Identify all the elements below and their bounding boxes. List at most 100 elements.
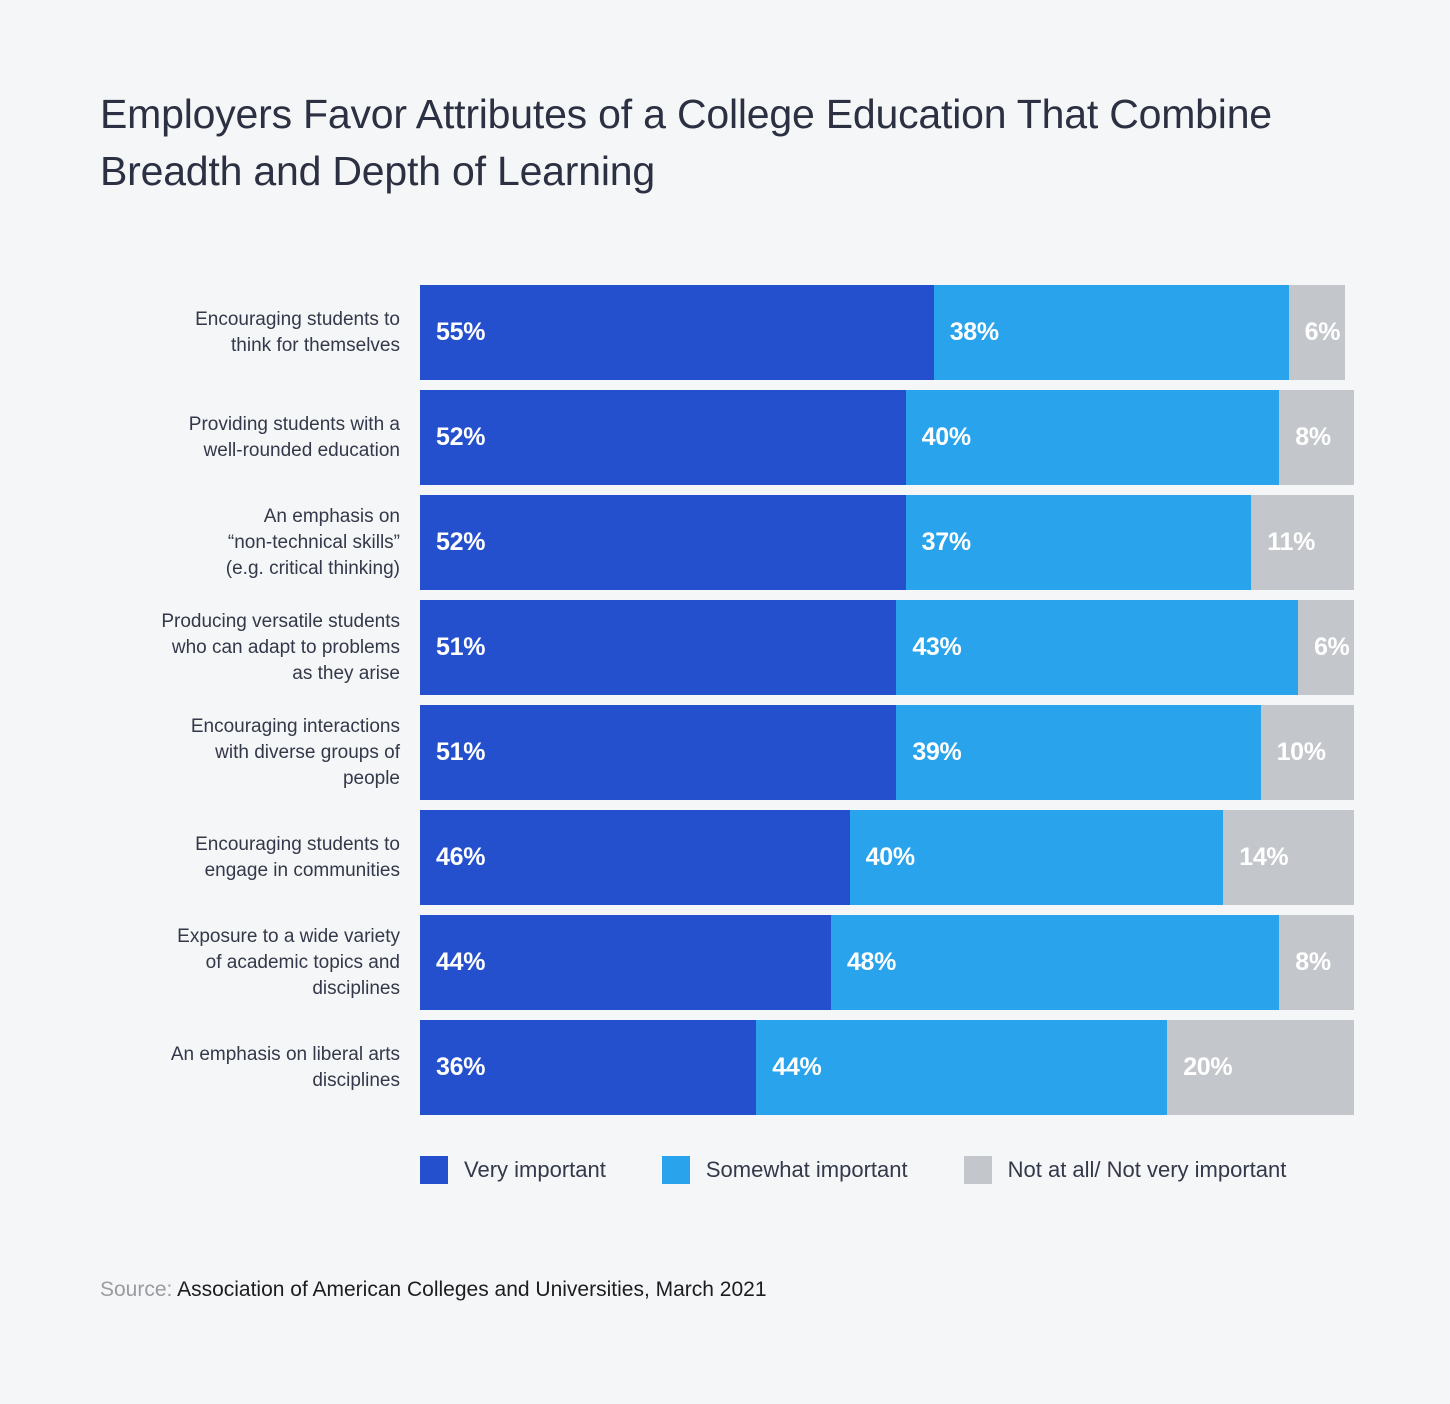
category-label: An emphasis on liberal arts disciplines (100, 1042, 400, 1094)
source-value: Association of American Colleges and Uni… (177, 1278, 767, 1301)
category-label-line: An emphasis on (263, 506, 400, 527)
stacked-bar: 44% 48% 8% (420, 915, 1354, 1010)
bar-segment-value: 20% (1183, 1053, 1233, 1081)
chart-row: Encouraging students to engage in communi… (0, 810, 1450, 905)
bar-segment-1: 38% (933, 285, 1289, 380)
chart-row: Encouraging students to think for themsel… (0, 285, 1450, 380)
category-label: Providing students with a well-rounded ed… (100, 412, 400, 464)
legend-label: Somewhat important (705, 1157, 908, 1182)
category-label-line: who can adapt to problems (171, 637, 400, 658)
bar-segment-1: 40% (905, 390, 1280, 485)
bar-segment-0: 52% (420, 495, 906, 590)
category-label-line: well-rounded education (203, 440, 400, 461)
stacked-bar: 51% 39% 10% (420, 705, 1354, 800)
bar-segment-0: 36% (420, 1020, 757, 1115)
category-label-line: Exposure to a wide variety (177, 926, 400, 947)
category-label-line: people (342, 768, 400, 789)
category-label-line: disciplines (312, 978, 400, 999)
bar-segment-value: 37% (921, 528, 971, 556)
bar-segment-value: 46% (436, 843, 486, 871)
stacked-bar: 52% 37% 11% (420, 495, 1354, 590)
bar-segment-2: 6% (1288, 285, 1345, 380)
category-label-line: with diverse groups of (215, 742, 400, 763)
bar-segment-0: 55% (420, 285, 934, 380)
category-label-line: disciplines (312, 1070, 400, 1091)
category-label-line: as they arise (292, 663, 400, 684)
bar-segment-1: 40% (849, 810, 1224, 905)
category-label: Exposure to a wide variety of academic to… (100, 924, 400, 1002)
chart-row: Encouraging interactions with diverse gro… (0, 705, 1450, 800)
source-label: Source: (100, 1278, 173, 1301)
bar-segment-0: 46% (420, 810, 850, 905)
bar-segment-value: 52% (436, 423, 486, 451)
bar-segment-value: 8% (1295, 948, 1331, 976)
stacked-bar: 51% 43% 6% (420, 600, 1354, 695)
bar-segment-value: 39% (912, 738, 962, 766)
category-label-line: “non-technical skills” (227, 532, 400, 553)
bar-segment-1: 37% (905, 495, 1252, 590)
category-label-line: Encouraging students to (195, 834, 400, 855)
bar-segment-value: 40% (921, 423, 971, 451)
category-label-line: Producing versatile students (161, 611, 400, 632)
stacked-bar: 46% 40% 14% (420, 810, 1354, 905)
chart-row: Providing students with a well-rounded ed… (0, 390, 1450, 485)
bar-segment-value: 6% (1313, 633, 1350, 661)
legend-item[interactable]: Not at all/ Not very important (963, 1156, 1287, 1184)
category-label-line: An emphasis on liberal arts (170, 1044, 400, 1065)
bar-segment-0: 51% (420, 600, 897, 695)
category-label: Encouraging students to think for themsel… (100, 307, 400, 359)
bar-segment-value: 44% (436, 948, 486, 976)
bar-segment-value: 52% (436, 528, 486, 556)
bar-segment-value: 11% (1267, 528, 1316, 556)
bar-segment-2: 8% (1279, 915, 1354, 1010)
chart-row: An emphasis on “non-technical skills” (e.g… (0, 495, 1450, 590)
stacked-bar: 36% 44% 20% (420, 1020, 1354, 1115)
bar-segment-value: 44% (772, 1053, 822, 1081)
bar-segment-value: 40% (865, 843, 915, 871)
bar-segment-1: 43% (896, 600, 1298, 695)
category-label-line: Encouraging students to (195, 309, 400, 330)
bar-segment-value: 8% (1295, 423, 1331, 451)
bar-segment-1: 39% (896, 705, 1261, 800)
legend-item[interactable]: Somewhat important (661, 1156, 908, 1184)
legend-label: Very important (464, 1157, 606, 1182)
bar-segment-value: 6% (1304, 318, 1341, 346)
chart-row: Producing versatile students who can adap… (0, 600, 1450, 695)
category-label: Encouraging interactions with diverse gro… (100, 714, 400, 792)
bar-segment-value: 38% (949, 318, 999, 346)
chart-row: Exposure to a wide variety of academic to… (0, 915, 1450, 1010)
source-note: Source: Association of American Colleges… (100, 1278, 767, 1302)
category-label-line: Providing students with a (188, 414, 400, 435)
chart-row: An emphasis on liberal arts disciplines 36… (0, 1020, 1450, 1115)
chart-legend: Very important Somewhat important Not at a… (420, 1152, 1342, 1188)
legend-swatch-icon (661, 1156, 690, 1184)
legend-label: Not at all/ Not very important (1007, 1157, 1287, 1182)
bar-segment-2: 11% (1251, 495, 1354, 590)
bar-segment-value: 55% (436, 318, 486, 346)
bar-segment-value: 10% (1276, 738, 1326, 766)
category-label-line: think for themselves (231, 335, 400, 356)
bar-segment-value: 36% (436, 1053, 486, 1081)
stacked-bar: 55% 38% 6% (420, 285, 1345, 380)
bar-segment-2: 14% (1223, 810, 1354, 905)
bar-segment-0: 44% (420, 915, 831, 1010)
bar-segment-value: 51% (436, 738, 486, 766)
bar-segment-0: 51% (420, 705, 897, 800)
bar-segment-value: 48% (846, 948, 897, 976)
bar-segment-value: 14% (1239, 843, 1289, 871)
bar-segment-1: 44% (756, 1020, 1168, 1115)
category-label: Encouraging students to engage in communi… (100, 832, 400, 884)
bar-segment-2: 6% (1297, 600, 1354, 695)
stacked-bar: 52% 40% 8% (420, 390, 1354, 485)
legend-swatch-icon (963, 1156, 992, 1184)
stacked-bar-chart: Encouraging students to think for themsel… (0, 0, 1450, 1404)
category-label-line: of academic topics and (205, 952, 400, 973)
category-label-line: Encouraging interactions (190, 716, 400, 737)
bar-segment-2: 20% (1167, 1020, 1354, 1115)
bar-segment-2: 10% (1260, 705, 1354, 800)
legend-swatch-icon (420, 1156, 448, 1184)
bar-segment-0: 52% (420, 390, 906, 485)
bar-segment-value: 43% (912, 633, 962, 661)
category-label-line: (e.g. critical thinking) (225, 558, 400, 579)
legend-item[interactable]: Very important (420, 1156, 606, 1184)
